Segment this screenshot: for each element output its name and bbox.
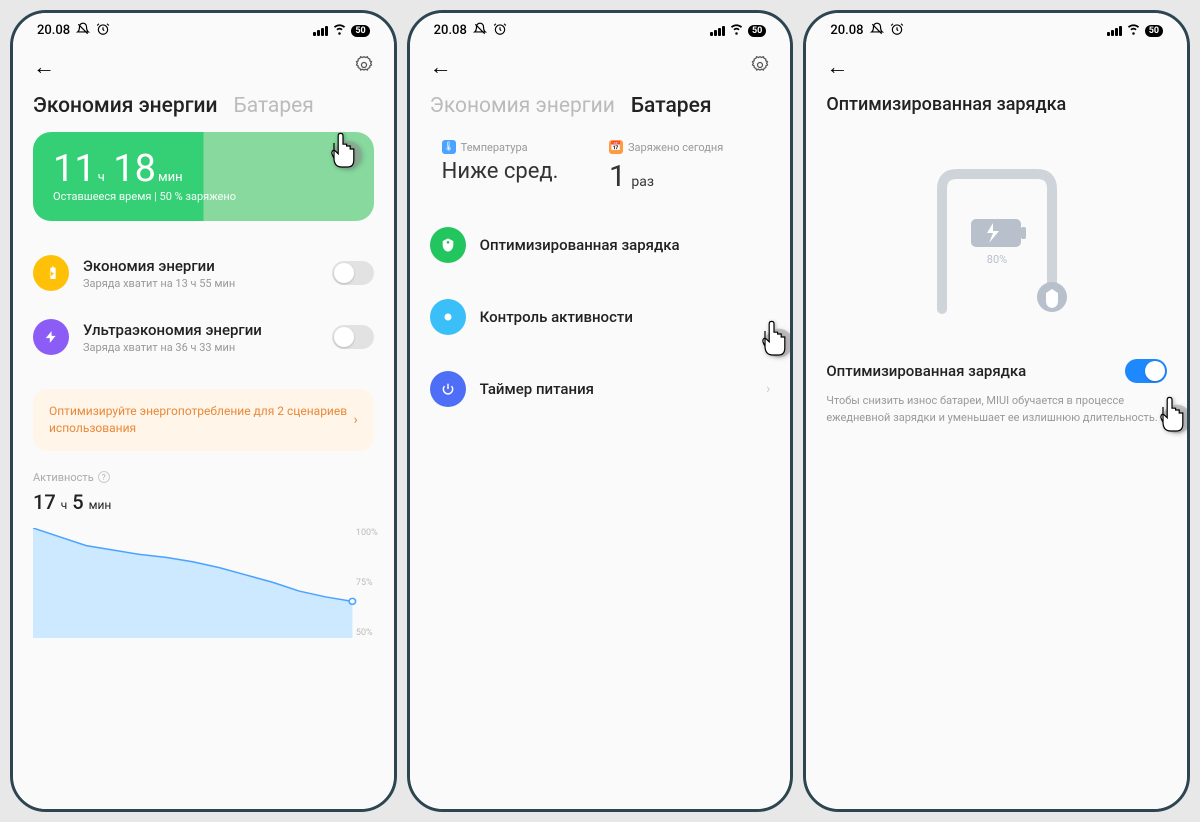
back-button[interactable]: ←: [33, 54, 55, 80]
status-time: 20.08: [830, 23, 863, 38]
activity-label: Активность: [33, 471, 94, 484]
back-button[interactable]: ←: [826, 54, 848, 80]
alarm-off-icon: [870, 22, 884, 40]
activity-minutes: 5: [72, 490, 83, 514]
wifi-icon: [1126, 21, 1141, 40]
status-bar: 20.08 50: [806, 13, 1187, 44]
battery-plus-icon: [33, 255, 69, 291]
optimized-charging-toggle[interactable]: [1125, 359, 1167, 383]
charged-count: 1: [609, 159, 626, 194]
charging-illustration: 80%: [806, 129, 1187, 359]
alarm-icon: [96, 22, 110, 40]
ultra-energy-title: Ультраэкономия энергии: [83, 321, 318, 339]
signal-icon: [710, 26, 725, 36]
phone-screen-3: 20.08 50 ← Оптимизированная зарядка 80%: [803, 10, 1190, 812]
optimized-charging-row[interactable]: Оптимизированная зарядка: [430, 209, 771, 281]
status-time: 20.08: [434, 23, 467, 38]
settings-button[interactable]: [750, 55, 770, 80]
page-title: Оптимизированная зарядка: [806, 86, 1187, 129]
battery-indicator: 50: [351, 25, 369, 37]
energy-saving-subtitle: Заряда хватит на 13 ч 55 мин: [83, 277, 318, 290]
optimized-charging-description: Чтобы снизить износ батареи, MIUI обучае…: [806, 383, 1187, 426]
wifi-icon: [729, 21, 744, 40]
phone-screen-2: 20.08 50 ← Экономия энергии Батарея 🌡: [407, 10, 794, 812]
tab-energy-saving[interactable]: Экономия энергии: [430, 94, 615, 118]
power-timer-row[interactable]: Таймер питания ›: [430, 353, 771, 425]
optimize-banner[interactable]: Оптимизируйте энергопотребление для 2 сц…: [33, 389, 374, 451]
phone-screen-1: 20.08 50 ← Экономия энергии Батаре: [10, 10, 397, 812]
tab-battery[interactable]: Батарея: [234, 94, 314, 118]
remaining-time-card[interactable]: 11ч 18мин Оставшееся время | 50 % заряже…: [33, 132, 374, 221]
thermometer-icon: 🌡: [442, 140, 456, 154]
svg-text:80%: 80%: [986, 253, 1006, 266]
lightning-icon: [33, 319, 69, 355]
wifi-icon: [332, 21, 347, 40]
alarm-off-icon: [76, 22, 90, 40]
status-time: 20.08: [37, 23, 70, 38]
ultra-energy-subtitle: Заряда хватит на 36 ч 33 мин: [83, 341, 318, 354]
settings-button[interactable]: [354, 55, 374, 80]
help-icon[interactable]: ?: [98, 471, 110, 483]
chevron-right-icon: ›: [766, 381, 770, 397]
activity-control-row[interactable]: Контроль активности: [430, 281, 771, 353]
calendar-icon: 📅: [609, 140, 623, 154]
power-icon: [430, 371, 466, 407]
optimized-charging-setting-title: Оптимизированная зарядка: [826, 362, 1026, 380]
energy-saving-title: Экономия энергии: [83, 257, 318, 275]
activity-icon: [430, 299, 466, 335]
alarm-icon: [890, 22, 904, 40]
charged-today-label: Заряжено сегодня: [628, 141, 723, 154]
battery-chart[interactable]: 100% 75% 50%: [33, 528, 374, 638]
charged-unit: раз: [631, 174, 654, 190]
tab-battery[interactable]: Батарея: [631, 94, 712, 118]
battery-indicator: 50: [1145, 25, 1163, 37]
ultra-energy-toggle[interactable]: [332, 325, 374, 349]
battery-shield-icon: [430, 227, 466, 263]
back-button[interactable]: ←: [430, 54, 452, 80]
signal-icon: [1107, 26, 1122, 36]
battery-indicator: 50: [748, 25, 766, 37]
activity-hours: 17: [33, 490, 56, 514]
status-bar: 20.08 50: [410, 13, 791, 44]
energy-saving-toggle[interactable]: [332, 261, 374, 285]
optimize-banner-text: Оптимизируйте энергопотребление для 2 сц…: [49, 403, 353, 437]
alarm-icon: [493, 22, 507, 40]
energy-saving-row: Экономия энергии Заряда хватит на 13 ч 5…: [33, 241, 374, 305]
chevron-right-icon: ›: [353, 412, 357, 428]
temperature-label: Температура: [461, 141, 528, 154]
remaining-minutes: 18: [113, 147, 156, 191]
remaining-hours: 11: [53, 147, 96, 191]
ultra-energy-saving-row: Ультраэкономия энергии Заряда хватит на …: [33, 305, 374, 369]
alarm-off-icon: [473, 22, 487, 40]
status-bar: 20.08 50: [13, 13, 394, 44]
temperature-value: Ниже сред.: [442, 160, 591, 184]
tab-energy-saving[interactable]: Экономия энергии: [33, 94, 218, 118]
remaining-subtitle: Оставшееся время | 50 % заряжено: [53, 190, 354, 203]
signal-icon: [313, 26, 328, 36]
